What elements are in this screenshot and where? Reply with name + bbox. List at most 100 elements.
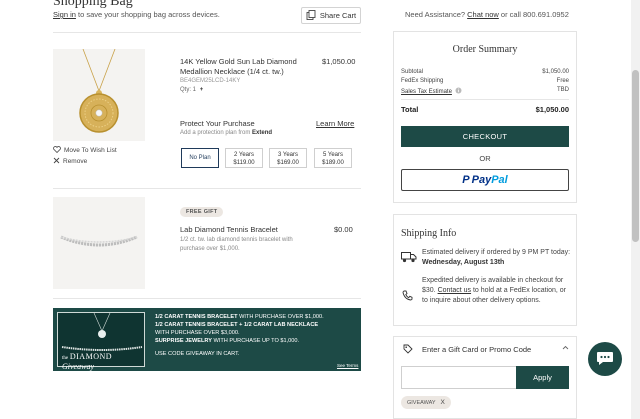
protect-subtitle: Add a protection plan from Extend xyxy=(180,130,272,136)
apply-button[interactable]: Apply xyxy=(516,366,569,389)
assistance-line: Need Assistance? Chat now or call 800.69… xyxy=(405,10,569,19)
heart-icon xyxy=(53,146,61,155)
banner-text: WITH PURCHASE UP TO $1,000. xyxy=(211,338,300,344)
order-summary-title: Order Summary xyxy=(452,44,518,55)
share-cart-button[interactable]: Share Cart xyxy=(301,7,361,24)
giveaway-text: 1/2 CARAT TENNIS BRACELET WITH PURCHASE … xyxy=(155,313,355,358)
see-terms-link[interactable]: See Terms xyxy=(337,363,358,368)
paypal-icon: P xyxy=(462,174,470,186)
signin-prompt: Sign in to save your shopping bag across… xyxy=(53,10,220,19)
remove-button[interactable]: Remove xyxy=(53,157,87,166)
plan-price: $189.00 xyxy=(322,160,344,166)
est-date: Wednesday, August 13th xyxy=(422,259,505,266)
contact-us-link[interactable]: Contact us xyxy=(438,287,471,294)
banner-text: WITH PURCHASE OVER $1,000. xyxy=(237,314,324,320)
shipping-info-title: Shipping Info xyxy=(401,228,457,239)
close-icon xyxy=(53,157,60,166)
protect-sub-text: Add a protection plan from xyxy=(180,130,251,136)
shipping-value: Free xyxy=(556,78,569,84)
plan-price: $119.00 xyxy=(233,160,255,166)
giveaway-banner[interactable]: the DIAMOND Giveaway 1/2 CARAT TENNIS BR… xyxy=(53,308,361,371)
extend-logo: Extend xyxy=(252,130,273,136)
checkout-button[interactable]: CHECKOUT xyxy=(401,126,569,147)
share-icon xyxy=(306,9,316,22)
divider xyxy=(53,32,361,33)
signin-link[interactable]: Sign in xyxy=(53,10,76,19)
free-gift-badge: FREE GIFT xyxy=(180,207,224,217)
banner-text: WITH PURCHASE OVER $3,000. xyxy=(155,330,240,336)
banner-bold: 1/2 CARAT TENNIS BRACELET + 1/2 CARAT LA… xyxy=(155,322,319,328)
item-description: 1/2 ct. tw. lab diamond tennis bracelet … xyxy=(180,237,293,252)
info-icon[interactable] xyxy=(455,87,462,96)
giveaway-diamond: DIAMOND xyxy=(69,352,113,361)
qty-control: Qty: 1 + xyxy=(180,87,203,93)
total-label: Total xyxy=(401,105,419,114)
necklace-image[interactable] xyxy=(53,48,145,141)
banner-code: USE CODE GIVEAWAY IN CART. xyxy=(155,351,240,357)
total-value: $1,050.00 xyxy=(535,105,569,114)
item-title[interactable]: 14K Yellow Gold Sun Lab Diamond Medallio… xyxy=(180,57,312,77)
remove-promo-button[interactable]: X xyxy=(441,399,445,406)
assist-phone: or call 800.691.0952 xyxy=(500,10,569,19)
tax-value: TBD xyxy=(557,87,569,93)
plan-price: $169.00 xyxy=(277,160,299,166)
item-sku: BE4GEM25LCD-14KY xyxy=(180,78,241,84)
chat-icon xyxy=(596,350,614,368)
plan-term: 3 Years xyxy=(277,152,299,158)
remove-label: Remove xyxy=(63,158,88,165)
plan-term: 2 Years xyxy=(233,152,255,158)
item-price: $1,050.00 xyxy=(322,57,356,66)
plan-3-years[interactable]: 3 Years $169.00 xyxy=(269,148,307,168)
chevron-up-icon[interactable] xyxy=(562,345,569,352)
divider xyxy=(401,99,569,100)
promo-code-input[interactable] xyxy=(401,366,517,389)
item-price: $0.00 xyxy=(334,225,353,234)
wishlist-label: Move To Wish List xyxy=(64,147,117,154)
subtotal-label: Subtotal xyxy=(401,69,424,75)
learn-more-link[interactable]: Learn More xyxy=(316,119,354,128)
truck-icon xyxy=(401,251,417,265)
apply-label: Apply xyxy=(533,373,552,382)
sales-tax-link[interactable]: Sales Tax Estimate xyxy=(401,89,452,95)
plan-no-plan[interactable]: No Plan xyxy=(181,148,219,168)
scrollbar-thumb[interactable] xyxy=(632,70,639,242)
applied-code: GIVEAWAY xyxy=(407,399,436,406)
assist-text: Need Assistance? xyxy=(405,10,466,19)
share-cart-label: Share Cart xyxy=(319,11,357,20)
phone-icon xyxy=(402,290,413,303)
signin-text: to save your shopping bag across devices… xyxy=(78,10,220,19)
promo-label[interactable]: Enter a Gift Card or Promo Code xyxy=(422,345,531,354)
page-title: Shopping Bag xyxy=(53,0,133,9)
tag-icon xyxy=(403,344,413,356)
plan-5-years[interactable]: 5 Years $189.00 xyxy=(314,148,352,168)
item-title[interactable]: Lab Diamond Tennis Bracelet xyxy=(180,225,312,235)
divider xyxy=(53,188,361,189)
giveaway-the: the xyxy=(62,356,69,361)
chat-button[interactable] xyxy=(588,342,622,376)
plus-icon[interactable]: + xyxy=(200,87,204,93)
plan-label: No Plan xyxy=(189,155,211,161)
banner-bold: SURPRISE JEWELRY xyxy=(155,338,212,344)
est-text: Estimated delivery if ordered by 9 PM PT… xyxy=(422,249,571,256)
checkout-label: CHECKOUT xyxy=(462,132,508,141)
paypal-button[interactable]: P Pay Pal xyxy=(401,169,569,191)
shipping-label: FedEx Shipping xyxy=(401,78,444,84)
giveaway-image: the DIAMOND Giveaway xyxy=(57,312,145,371)
plan-2-years[interactable]: 2 Years $119.00 xyxy=(225,148,263,168)
paypal-pay: Pay xyxy=(471,174,492,186)
paypal-pal: Pal xyxy=(491,174,508,186)
or-separator: OR xyxy=(479,154,491,163)
estimated-delivery: Estimated delivery if ordered by 9 PM PT… xyxy=(422,248,572,268)
qty-label: Qty: 1 xyxy=(180,87,197,93)
divider xyxy=(53,298,361,299)
expedited-delivery: Expedited delivery is available in check… xyxy=(422,276,568,306)
tax-row: Sales Tax Estimate xyxy=(401,87,462,96)
move-to-wishlist-button[interactable]: Move To Wish List xyxy=(53,146,117,155)
giveaway-word: Giveaway xyxy=(62,362,94,371)
banner-bold: 1/2 CARAT TENNIS BRACELET xyxy=(155,314,238,320)
plan-term: 5 Years xyxy=(322,152,344,158)
protect-title: Protect Your Purchase xyxy=(180,119,255,128)
bracelet-image[interactable] xyxy=(53,197,145,289)
chat-now-link[interactable]: Chat now xyxy=(467,10,499,19)
applied-promo-chip: GIVEAWAY X xyxy=(401,396,451,409)
